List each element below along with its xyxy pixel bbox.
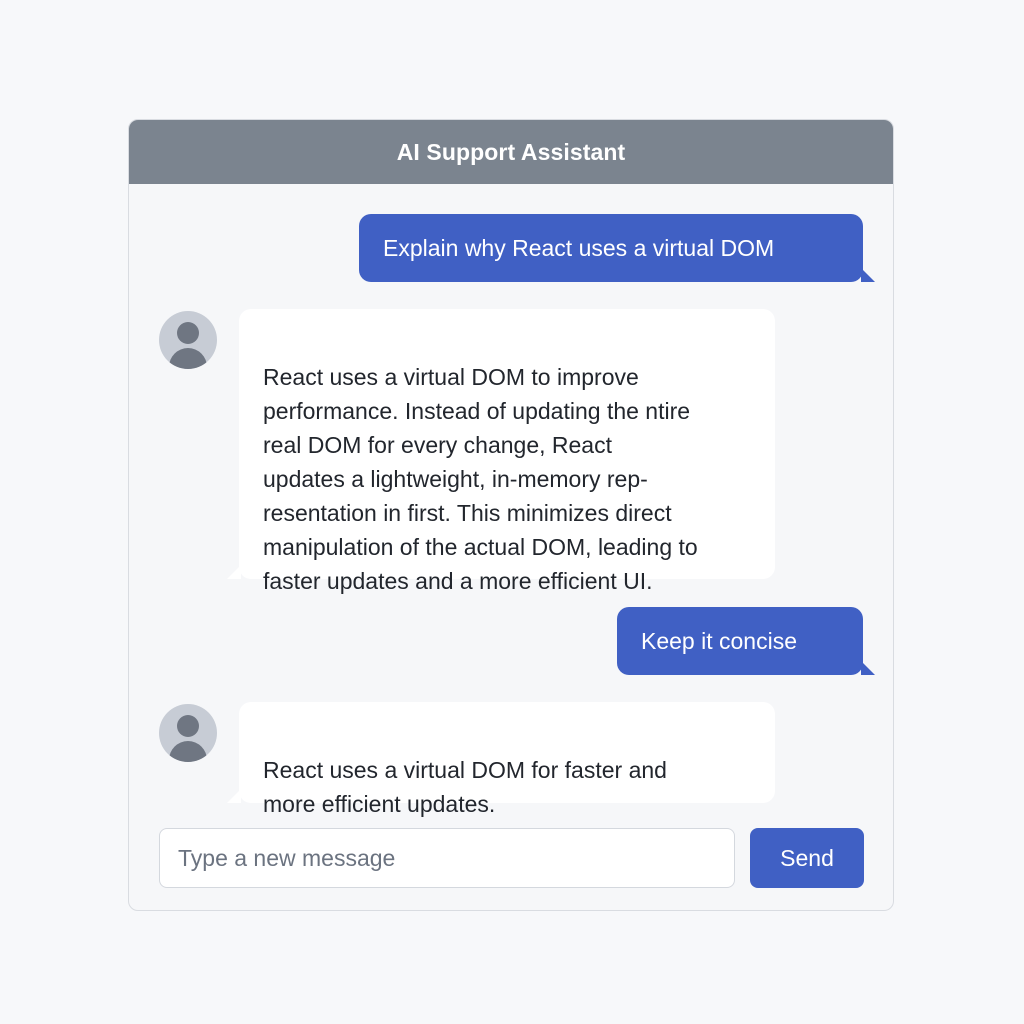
user-message: Explain why React uses a virtual DOM xyxy=(359,214,875,282)
assistant-message: React uses a virtual DOM to improve perf… xyxy=(227,309,775,594)
avatar-body xyxy=(169,741,207,762)
avatar-head xyxy=(177,715,199,737)
bubble-tail xyxy=(861,661,875,675)
message-input[interactable] xyxy=(159,828,735,888)
avatar-head xyxy=(177,322,199,344)
user-message-text: Keep it concise xyxy=(641,627,797,654)
user-message-text: Explain why React uses a virtual DOM xyxy=(383,234,775,261)
assistant-avatar-icon xyxy=(159,704,217,762)
assistant-message: React uses a virtual DOM for faster and … xyxy=(227,702,775,817)
assistant-message-text: React uses a virtual DOM for faster and … xyxy=(263,757,667,817)
chat-window: AI Support Assistant Explain why React u… xyxy=(128,119,894,911)
chat-header: AI Support Assistant xyxy=(129,120,893,184)
chat-title: AI Support Assistant xyxy=(396,138,626,165)
user-message: Keep it concise xyxy=(617,607,875,675)
bubble-tail xyxy=(227,789,241,803)
avatar-body xyxy=(169,348,207,369)
send-button[interactable]: Send xyxy=(750,828,864,888)
bubble-tail xyxy=(227,565,241,579)
bubble-tail xyxy=(861,268,875,282)
assistant-message-text: React uses a virtual DOM to improve perf… xyxy=(263,364,698,594)
assistant-avatar-icon xyxy=(159,311,217,369)
